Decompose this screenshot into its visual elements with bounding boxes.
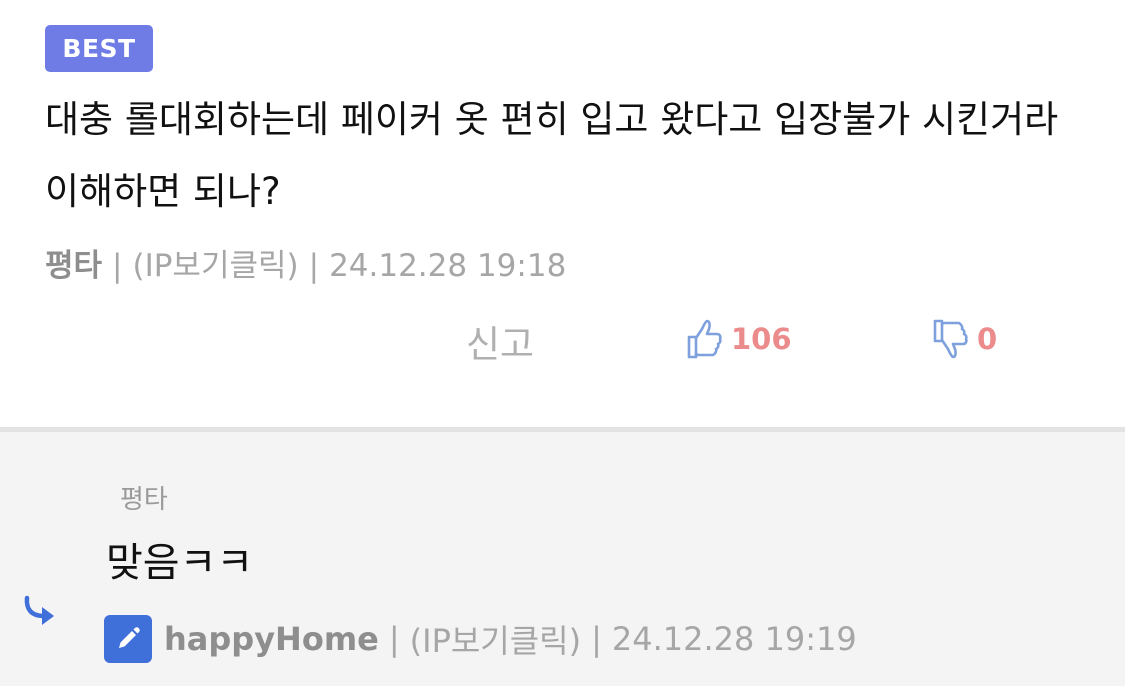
comment-meta: 평타 | (IP보기클릭) | 24.12.28 19:18 [45, 240, 566, 285]
like-count: 106 [731, 322, 792, 356]
meta-separator: | [388, 620, 400, 658]
report-button[interactable]: 신고 [466, 314, 534, 368]
ip-reveal-link[interactable]: (IP보기클릭) [133, 248, 299, 284]
dislike-button[interactable]: 0 [931, 318, 997, 360]
thumbs-down-icon [931, 318, 969, 360]
reply-author[interactable]: happyHome [164, 620, 379, 658]
comment-text: 대충 롤대회하는데 페이커 옷 편히 입고 왔다고 입장불가 시킨거라 이해하면… [45, 98, 1059, 213]
meta-separator: | [591, 620, 602, 658]
reply-parent-author: 평타 [120, 485, 168, 515]
reply-arrow-icon [22, 595, 62, 633]
reply-section: 평타 맞음ㅋㅋ happyHome | (IP보기클릭) | 24.12.28 19:1… [0, 432, 1125, 686]
like-button[interactable]: 106 [685, 318, 792, 360]
pencil-icon [104, 615, 152, 663]
meta-separator: | [112, 248, 123, 284]
thumbs-up-icon [685, 318, 723, 360]
dislike-count: 0 [977, 322, 998, 356]
reply-meta: happyHome | (IP보기클릭) | 24.12.28 19:19 [104, 615, 857, 663]
comment-author[interactable]: 평타 [45, 248, 102, 284]
ip-reveal-link[interactable]: (IP보기클릭) [410, 616, 581, 662]
best-badge: BEST [45, 25, 153, 72]
reply-text: 맞음ㅋㅋ [106, 540, 254, 586]
reply-timestamp: 24.12.28 19:19 [611, 620, 857, 658]
meta-separator: | [308, 248, 320, 284]
comment-timestamp: 24.12.28 19:18 [329, 248, 567, 284]
